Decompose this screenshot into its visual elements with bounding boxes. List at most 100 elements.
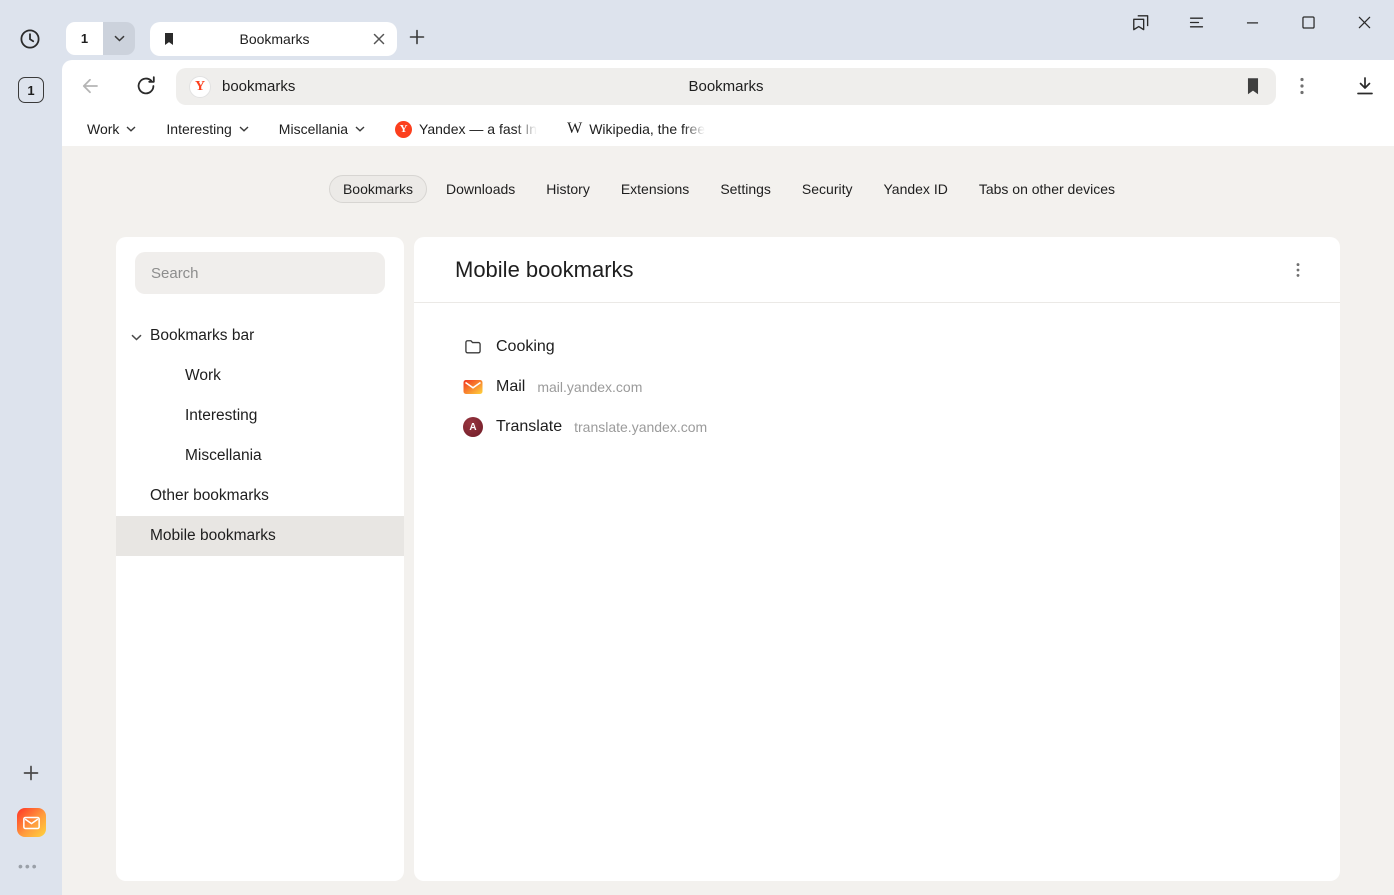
minimize-icon [1243, 13, 1262, 32]
tree-item-label: Other bookmarks [150, 487, 269, 505]
chevron-down-icon [239, 126, 249, 132]
nav-tab-history[interactable]: History [534, 174, 602, 204]
tree-item-work[interactable]: Work [116, 356, 404, 396]
nav-tab-other-devices[interactable]: Tabs on other devices [967, 174, 1127, 204]
bb-folder-label: Miscellania [279, 121, 348, 137]
chevron-down-icon [114, 35, 125, 42]
bb-link-label: Wikipedia, the free [589, 121, 705, 137]
yandex-mail-button[interactable] [17, 808, 46, 837]
toolbar-menu-button[interactable] [1290, 74, 1314, 98]
manager-nav-tabs: Bookmarks Downloads History Extensions S… [62, 174, 1394, 204]
mail-envelope-icon [23, 816, 40, 830]
folder-menu-button[interactable] [1284, 256, 1312, 284]
tree-item-miscellania[interactable]: Miscellania [116, 436, 404, 476]
chevron-down-icon[interactable] [131, 334, 142, 341]
bookmark-list: Cooking Mail mail.yandex.com A Translate… [414, 303, 1340, 447]
browser-surface: Y bookmarks Bookmarks Work [62, 60, 1394, 895]
tree-item-mobile-bookmarks[interactable]: Mobile bookmarks [116, 516, 404, 556]
bookmark-name: Mail [496, 378, 525, 396]
nav-tab-downloads[interactable]: Downloads [434, 174, 527, 204]
nav-tab-settings[interactable]: Settings [708, 174, 783, 204]
tree-item-interesting[interactable]: Interesting [116, 396, 404, 436]
hamburger-menu-icon [1187, 13, 1206, 32]
bookmark-url: translate.yandex.com [574, 419, 707, 435]
tab-title: Bookmarks [177, 31, 372, 47]
tab-close-button[interactable] [372, 32, 386, 46]
chevron-down-icon [355, 126, 365, 132]
tab-panels-icon [1131, 13, 1150, 32]
bookmark-flag-button[interactable] [1242, 75, 1264, 97]
nav-tab-yandex-id[interactable]: Yandex ID [871, 174, 959, 204]
nav-tab-extensions[interactable]: Extensions [609, 174, 701, 204]
bookmarks-book-icon [161, 31, 177, 47]
url-text: bookmarks [222, 78, 295, 95]
browser-menu-button[interactable] [1187, 13, 1206, 32]
bookmark-flag-icon [1242, 75, 1264, 97]
reload-icon [134, 74, 158, 98]
bookmark-row-mail[interactable]: Mail mail.yandex.com [414, 367, 1340, 407]
tree-item-label: Miscellania [185, 447, 262, 465]
browser-tab[interactable]: Bookmarks [150, 22, 397, 56]
search-input[interactable] [135, 265, 385, 282]
yandex-icon: Y [395, 121, 412, 138]
yandex-favicon: Y [189, 76, 211, 98]
workspace-badge[interactable]: 1 [18, 77, 44, 103]
browser-toolbar: Y bookmarks Bookmarks [62, 60, 1394, 112]
page-title: Bookmarks [176, 78, 1276, 95]
side-rail: 1 ••• [0, 0, 62, 895]
bb-folder-work[interactable]: Work [87, 121, 136, 137]
wikipedia-icon: W [567, 121, 582, 137]
tree-item-label: Work [185, 367, 221, 385]
content-header: Mobile bookmarks [414, 237, 1340, 303]
plus-icon [408, 28, 426, 46]
tree-item-other-bookmarks[interactable]: Other bookmarks [116, 476, 404, 516]
rail-more-button[interactable]: ••• [18, 858, 39, 874]
bb-link-label: Yandex — a fast In [419, 121, 537, 137]
back-button[interactable] [78, 74, 102, 98]
maximize-button[interactable] [1299, 13, 1318, 32]
bookmarks-tree-panel: Bookmarks bar Work Interesting Miscellan… [116, 237, 404, 881]
bb-folder-label: Interesting [166, 121, 231, 137]
tree-item-label: Mobile bookmarks [150, 527, 276, 545]
ellipsis-icon: ••• [18, 858, 39, 874]
search-box [135, 252, 385, 294]
address-bar[interactable]: Y bookmarks Bookmarks [176, 68, 1276, 105]
bookmark-row-cooking[interactable]: Cooking [414, 327, 1340, 367]
translate-icon: A [462, 417, 484, 437]
mail-icon [462, 379, 484, 395]
bookmark-name: Translate [496, 418, 562, 436]
close-window-button[interactable] [1355, 13, 1374, 32]
bookmark-url: mail.yandex.com [537, 379, 642, 395]
plus-icon [22, 764, 40, 782]
history-clock-button[interactable] [18, 27, 42, 51]
rail-add-button[interactable] [22, 764, 40, 782]
clock-icon [18, 27, 42, 51]
bb-link-wikipedia[interactable]: W Wikipedia, the free [567, 121, 705, 137]
bookmarks-tree: Bookmarks bar Work Interesting Miscellan… [116, 316, 404, 556]
nav-tab-bookmarks[interactable]: Bookmarks [329, 175, 427, 203]
folder-icon [462, 337, 484, 357]
minimize-button[interactable] [1243, 13, 1262, 32]
bookmark-row-translate[interactable]: A Translate translate.yandex.com [414, 407, 1340, 447]
bb-folder-interesting[interactable]: Interesting [166, 121, 248, 137]
tree-item-label: Interesting [185, 407, 257, 425]
downloads-button[interactable] [1353, 74, 1377, 98]
download-icon [1353, 74, 1377, 98]
bookmarks-bar: Work Interesting Miscellania Y Yandex — … [62, 112, 1394, 146]
tree-item-bookmarks-bar[interactable]: Bookmarks bar [116, 316, 404, 356]
maximize-icon [1299, 13, 1318, 32]
tree-item-label: Bookmarks bar [150, 327, 254, 345]
bb-link-yandex[interactable]: Y Yandex — a fast In [395, 121, 537, 138]
new-tab-button[interactable] [408, 28, 426, 46]
reload-button[interactable] [134, 74, 158, 98]
kebab-vertical-icon [1290, 74, 1314, 98]
tab-group-count[interactable]: 1 [66, 22, 103, 55]
content-title: Mobile bookmarks [455, 257, 1284, 283]
nav-tab-security[interactable]: Security [790, 174, 865, 204]
bb-folder-miscellania[interactable]: Miscellania [279, 121, 365, 137]
tab-group-chevron[interactable] [103, 22, 135, 55]
kebab-vertical-icon [1288, 260, 1308, 280]
tab-panels-button[interactable] [1131, 13, 1150, 32]
tab-group-chip[interactable]: 1 [66, 22, 135, 55]
close-icon [1355, 13, 1374, 32]
